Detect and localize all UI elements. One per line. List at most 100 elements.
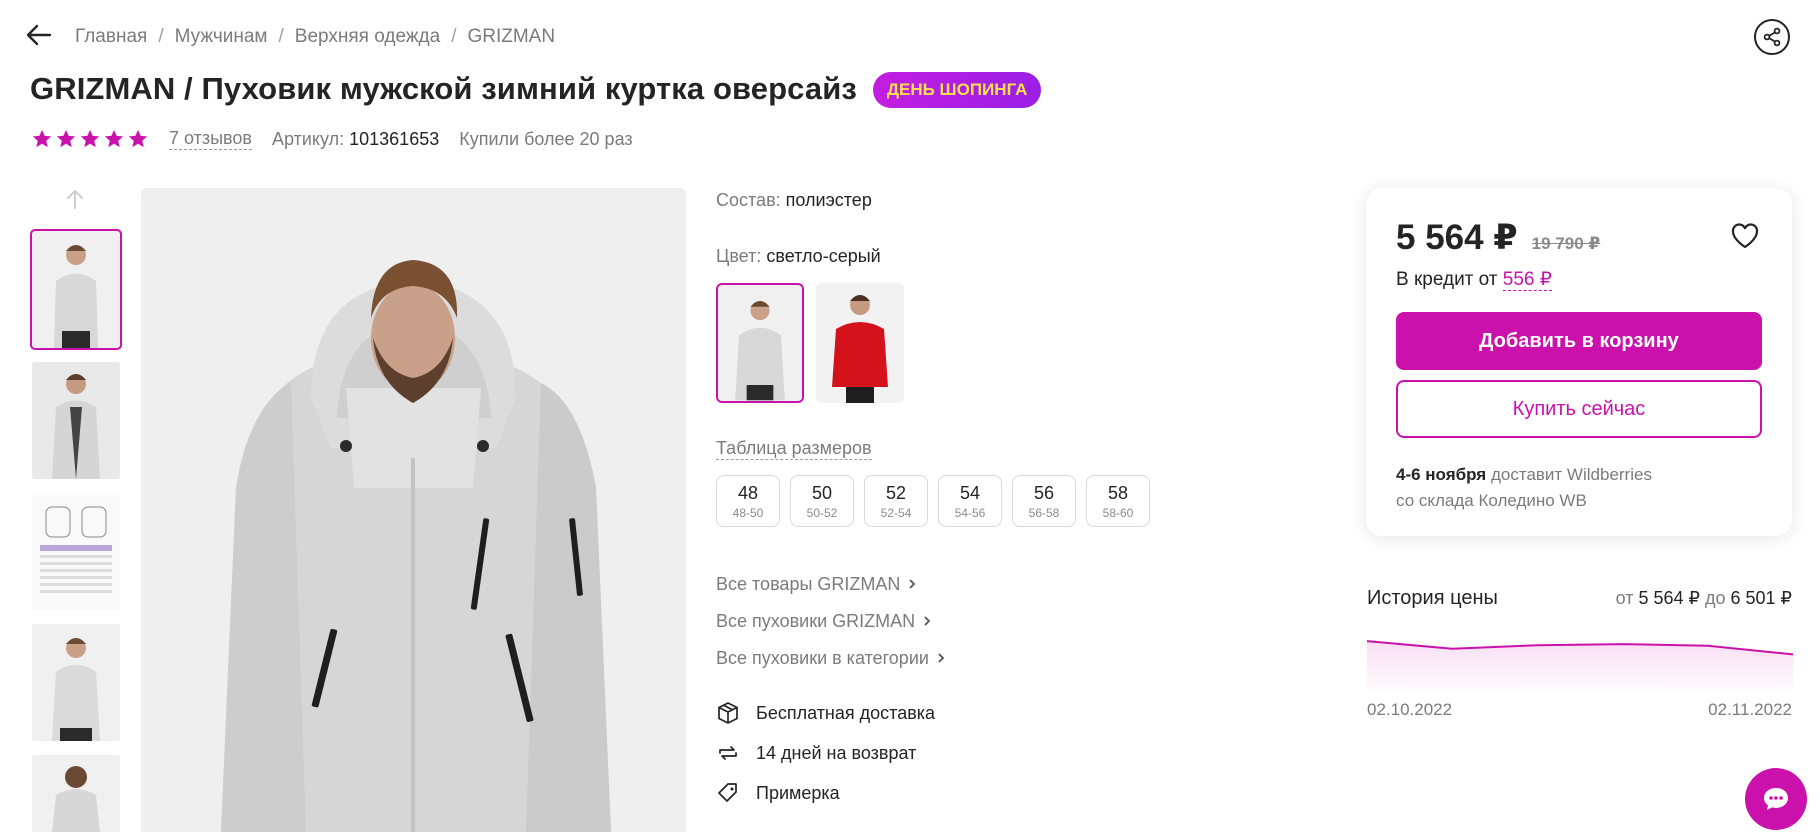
feature-fitting: Примерка — [716, 780, 935, 806]
tag-icon — [718, 783, 737, 802]
star-icon — [80, 129, 100, 148]
credit-value[interactable]: 556 ₽ — [1502, 269, 1552, 291]
color-line: Цвет: светло-серый — [716, 246, 881, 267]
history-date-start: 02.10.2022 — [1367, 700, 1453, 719]
thumbnail-5[interactable] — [32, 755, 120, 832]
feature-label: 14 дней на возврат — [756, 742, 917, 763]
current-price: 5 564 ₽ — [1396, 218, 1518, 257]
star-icon — [32, 129, 52, 148]
range-from-label: от — [1615, 588, 1634, 608]
main-product-photo[interactable] — [141, 188, 686, 832]
color-option-light-grey[interactable] — [716, 283, 804, 403]
thumbnails-up-arrow-icon[interactable] — [64, 188, 86, 210]
breadcrumb-item-outerwear[interactable]: Верхняя одежда — [295, 26, 440, 48]
size-range: 52-54 — [880, 505, 912, 520]
reviews-link[interactable]: 7 отзывов — [169, 128, 252, 150]
page-title: GRIZMAN / Пуховик мужской зимний куртка … — [30, 71, 857, 106]
breadcrumb: Главная / Мужчинам / Верхняя одежда / GR… — [75, 26, 555, 48]
composition-label: Состав: — [716, 190, 781, 210]
size-label: 56 — [1033, 482, 1055, 503]
link-all-brand-products[interactable]: Все товары GRIZMAN — [716, 573, 946, 595]
size-option-48[interactable]: 48 48-50 — [716, 475, 780, 527]
share-icon — [1763, 27, 1781, 47]
color-label: Цвет: — [716, 246, 762, 266]
size-label: 48 — [737, 482, 759, 503]
credit-offer: В кредит от 556 ₽ — [1396, 268, 1552, 291]
article-number: Артикул: 101361653 — [272, 129, 439, 150]
delivery-info: 4-6 ноября доставит Wildberries со склад… — [1396, 462, 1652, 514]
link-label: Все пуховики GRIZMAN — [716, 610, 916, 631]
share-button[interactable] — [1754, 19, 1790, 55]
size-label: 58 — [1107, 482, 1129, 503]
chevron-right-icon — [909, 579, 916, 589]
bought-count: Купили более 20 раз — [459, 128, 633, 149]
add-to-cart-button[interactable]: Добавить в корзину — [1396, 312, 1762, 370]
chat-bubble-icon — [1764, 788, 1788, 810]
size-option-52[interactable]: 52 52-54 — [864, 475, 928, 527]
link-label: Все пуховики в категории — [716, 647, 929, 668]
composition-value: полиэстер — [785, 190, 872, 210]
chevron-right-icon — [938, 653, 945, 663]
promo-badge: ДЕНЬ ШОПИНГА — [872, 72, 1042, 108]
color-value: светло-серый — [766, 246, 881, 266]
breadcrumb-separator: / — [278, 26, 284, 47]
size-option-54[interactable]: 54 54-56 — [938, 475, 1002, 527]
composition-line: Состав: полиэстер — [716, 190, 872, 211]
thumbnail-3-size-table[interactable] — [32, 493, 120, 610]
heart-icon[interactable] — [1730, 222, 1760, 250]
thumbnail-1[interactable] — [30, 229, 122, 350]
breadcrumb-item-home[interactable]: Главная — [75, 26, 147, 48]
price-history-title: История цены — [1367, 587, 1498, 609]
link-all-brand-jackets[interactable]: Все пуховики GRIZMAN — [716, 610, 946, 632]
size-label: 52 — [885, 482, 907, 503]
chat-button[interactable] — [1745, 768, 1807, 830]
size-range: 56-58 — [1028, 505, 1060, 520]
chevron-right-icon — [924, 616, 931, 626]
star-icon — [128, 129, 148, 148]
color-options — [716, 283, 904, 403]
size-selector: 48 48-50 50 50-52 52 52-54 54 54-56 56 56-58 … — [716, 475, 1150, 527]
link-all-category-jackets[interactable]: Все пуховики в категории — [716, 647, 946, 669]
color-option-red[interactable] — [816, 283, 904, 403]
link-label: Все товары GRIZMAN — [716, 573, 901, 594]
price-history-chart[interactable] — [1367, 636, 1793, 692]
return-arrows-icon — [719, 746, 737, 760]
size-option-50[interactable]: 50 50-52 — [790, 475, 854, 527]
feature-label: Бесплатная доставка — [756, 702, 936, 723]
credit-label: В кредит от — [1396, 269, 1498, 290]
delivery-carrier: доставит Wildberries — [1490, 465, 1652, 484]
category-links: Все товары GRIZMAN Все пуховики GRIZMAN … — [716, 573, 946, 684]
breadcrumb-item-brand[interactable]: GRIZMAN — [467, 26, 555, 48]
size-option-56[interactable]: 56 56-58 — [1012, 475, 1076, 527]
size-option-58[interactable]: 58 58-60 — [1086, 475, 1150, 527]
rating-stars — [31, 128, 149, 150]
breadcrumb-separator: / — [158, 26, 164, 47]
box-icon — [718, 702, 738, 724]
price-history-range: от 5 564 ₽ до 6 501 ₽ — [1616, 588, 1792, 609]
thumbnail-2[interactable] — [32, 362, 120, 479]
star-icon — [104, 129, 124, 148]
size-label: 50 — [811, 482, 833, 503]
delivery-warehouse: со склада Коледино WB — [1396, 491, 1587, 510]
thumbnail-4[interactable] — [32, 624, 120, 741]
size-range: 48-50 — [732, 505, 764, 520]
article-value: 101361653 — [349, 128, 440, 149]
buy-now-button[interactable]: Купить сейчас — [1396, 380, 1762, 438]
delivery-date: 4-6 ноября — [1396, 465, 1487, 484]
size-range: 54-56 — [954, 505, 986, 520]
feature-free-delivery: Бесплатная доставка — [716, 700, 935, 726]
back-arrow-icon[interactable] — [26, 24, 52, 46]
feature-label: Примерка — [756, 782, 840, 803]
price-card: 5 564 ₽ 19 790 ₽ В кредит от 556 ₽ Добав… — [1366, 188, 1792, 536]
breadcrumb-separator: / — [451, 26, 457, 47]
size-table-link[interactable]: Таблица размеров — [716, 438, 872, 460]
size-range: 50-52 — [806, 505, 838, 520]
feature-returns: 14 дней на возврат — [716, 740, 935, 766]
breadcrumb-item-men[interactable]: Мужчинам — [175, 26, 268, 48]
size-range: 58-60 — [1102, 505, 1134, 520]
features-list: Бесплатная доставка 14 дней на возврат П… — [716, 700, 935, 820]
old-price: 19 790 ₽ — [1531, 234, 1601, 253]
range-to-label: до — [1704, 588, 1726, 608]
range-to-value: 6 501 ₽ — [1730, 588, 1793, 608]
history-date-end: 02.11.2022 — [1708, 700, 1792, 719]
